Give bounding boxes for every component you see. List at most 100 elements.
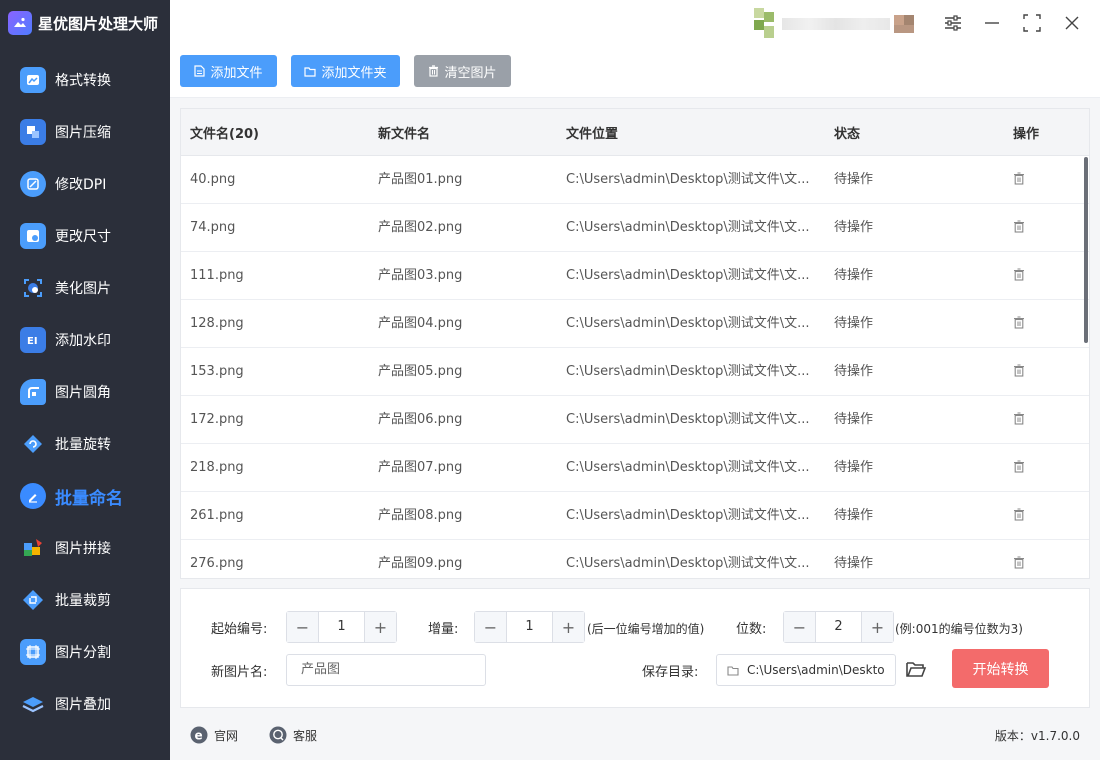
plus-icon[interactable]: + bbox=[552, 612, 584, 642]
add-file-button[interactable]: 添加文件 bbox=[180, 55, 277, 87]
sidebar-item-resize[interactable]: 更改尺寸 bbox=[0, 210, 170, 262]
sidebar-item-watermark[interactable]: EI 添加水印 bbox=[0, 314, 170, 366]
cell-status: 待操作 bbox=[834, 172, 874, 187]
start-number-stepper[interactable]: − 1 + bbox=[286, 611, 397, 643]
folder-icon bbox=[304, 66, 317, 77]
cell-filename: 74.png bbox=[190, 220, 236, 235]
cell-new-filename: 产品图02.png bbox=[378, 220, 463, 235]
sidebar-item-format[interactable]: 格式转换 bbox=[0, 54, 170, 106]
avatar bbox=[754, 8, 924, 40]
table-row[interactable]: 218.png 产品图07.png C:\Users\admin\Desktop\测… bbox=[181, 444, 1089, 492]
cell-status: 待操作 bbox=[834, 364, 874, 379]
plus-icon[interactable]: + bbox=[861, 612, 893, 642]
cell-location: C:\Users\admin\Desktop\测试文件\文... bbox=[566, 268, 810, 283]
table-row[interactable]: 74.png 产品图02.png C:\Users\admin\Desktop\测试… bbox=[181, 204, 1089, 252]
cell-new-filename: 产品图08.png bbox=[378, 508, 463, 523]
delete-icon[interactable] bbox=[1013, 460, 1025, 476]
cell-new-filename: 产品图03.png bbox=[378, 268, 463, 283]
sidebar-item-beautify[interactable]: 美化图片 bbox=[0, 262, 170, 314]
plus-icon[interactable]: + bbox=[364, 612, 396, 642]
digits-value[interactable]: 2 bbox=[816, 612, 861, 642]
sidebar-item-compress[interactable]: 图片压缩 bbox=[0, 106, 170, 158]
minus-icon[interactable]: − bbox=[475, 612, 507, 642]
sidebar-nav: 格式转换 图片压缩 修改DPI 更改尺寸 美化图片 EI 添加水印 图片圆角 批 bbox=[0, 54, 170, 730]
settings-icon[interactable] bbox=[940, 10, 966, 36]
cell-filename: 40.png bbox=[190, 172, 236, 187]
table-body: 40.png 产品图01.png C:\Users\admin\Desktop\测试… bbox=[181, 156, 1089, 578]
column-action: 操作 bbox=[1013, 126, 1040, 142]
table-row[interactable]: 153.png 产品图05.png C:\Users\admin\Desktop\测… bbox=[181, 348, 1089, 396]
image-compress-icon bbox=[20, 119, 46, 145]
start-number-value[interactable]: 1 bbox=[319, 612, 364, 642]
svg-text:e: e bbox=[195, 729, 203, 743]
minus-icon[interactable]: − bbox=[287, 612, 319, 642]
app-logo-icon bbox=[8, 11, 32, 35]
delete-icon[interactable] bbox=[1013, 412, 1025, 428]
support-link[interactable]: 客服 bbox=[269, 726, 317, 744]
save-dir-value: C:\Users\admin\Deskto bbox=[747, 663, 885, 677]
cell-location: C:\Users\admin\Desktop\测试文件\文... bbox=[566, 364, 810, 379]
file-icon bbox=[194, 65, 206, 77]
sidebar-item-round-corner[interactable]: 图片圆角 bbox=[0, 366, 170, 418]
cell-new-filename: 产品图09.png bbox=[378, 556, 463, 571]
cell-filename: 276.png bbox=[190, 556, 244, 571]
cell-location: C:\Users\admin\Desktop\测试文件\文... bbox=[566, 508, 810, 523]
beautify-icon bbox=[20, 275, 46, 301]
table-scrollbar[interactable] bbox=[1084, 157, 1088, 343]
cell-location: C:\Users\admin\Desktop\测试文件\文... bbox=[566, 220, 810, 235]
website-link[interactable]: e 官网 bbox=[190, 726, 238, 744]
table-row[interactable]: 128.png 产品图04.png C:\Users\admin\Desktop\测… bbox=[181, 300, 1089, 348]
delete-icon[interactable] bbox=[1013, 220, 1025, 236]
save-dir-input[interactable]: C:\Users\admin\Deskto bbox=[716, 654, 896, 686]
cell-location: C:\Users\admin\Desktop\测试文件\文... bbox=[566, 172, 810, 187]
new-name-label: 新图片名: bbox=[211, 665, 268, 680]
version-label: 版本：v1.7.0.0 bbox=[994, 729, 1080, 743]
resize-icon bbox=[20, 223, 46, 249]
increment-label: 增量: bbox=[428, 622, 459, 637]
add-folder-button[interactable]: 添加文件夹 bbox=[291, 55, 400, 87]
cell-status: 待操作 bbox=[834, 508, 874, 523]
table-row[interactable]: 111.png 产品图03.png C:\Users\admin\Desktop\测… bbox=[181, 252, 1089, 300]
delete-icon[interactable] bbox=[1013, 172, 1025, 188]
split-icon bbox=[20, 639, 46, 665]
cell-new-filename: 产品图04.png bbox=[378, 316, 463, 331]
table-row[interactable]: 172.png 产品图06.png C:\Users\admin\Desktop\测… bbox=[181, 396, 1089, 444]
column-new-filename: 新文件名 bbox=[378, 126, 431, 142]
table-row[interactable]: 261.png 产品图08.png C:\Users\admin\Desktop\测… bbox=[181, 492, 1089, 540]
increment-stepper[interactable]: − 1 + bbox=[474, 611, 585, 643]
toolbar: 添加文件 添加文件夹 清空图片 bbox=[170, 46, 1100, 98]
app-title: 星优图片处理大师 bbox=[38, 14, 159, 33]
round-corner-icon bbox=[20, 379, 46, 405]
start-convert-button[interactable]: 开始转换 bbox=[952, 649, 1049, 688]
sidebar-item-crop[interactable]: 批量裁剪 bbox=[0, 574, 170, 626]
sidebar-item-stitch[interactable]: 图片拼接 bbox=[0, 522, 170, 574]
cell-filename: 172.png bbox=[190, 412, 244, 427]
maximize-icon[interactable] bbox=[1019, 10, 1045, 36]
folder-icon bbox=[727, 665, 739, 676]
delete-icon[interactable] bbox=[1013, 556, 1025, 572]
sidebar-item-rotate[interactable]: 批量旋转 bbox=[0, 418, 170, 470]
delete-icon[interactable] bbox=[1013, 364, 1025, 380]
sidebar-item-split[interactable]: 图片分割 bbox=[0, 626, 170, 678]
open-folder-icon[interactable] bbox=[905, 659, 927, 681]
delete-icon[interactable] bbox=[1013, 508, 1025, 524]
table-row[interactable]: 276.png 产品图09.png C:\Users\admin\Desktop\测… bbox=[181, 540, 1089, 578]
clear-images-button[interactable]: 清空图片 bbox=[414, 55, 511, 87]
sidebar-item-overlay[interactable]: 图片叠加 bbox=[0, 678, 170, 730]
minimize-icon[interactable] bbox=[979, 10, 1005, 36]
minus-icon[interactable]: − bbox=[784, 612, 816, 642]
new-name-input[interactable]: 产品图 bbox=[286, 654, 486, 686]
sidebar-item-rename[interactable]: 批量命名 bbox=[0, 470, 170, 522]
cell-filename: 128.png bbox=[190, 316, 244, 331]
delete-icon[interactable] bbox=[1013, 268, 1025, 284]
cell-filename: 218.png bbox=[190, 460, 244, 475]
table-row[interactable]: 40.png 产品图01.png C:\Users\admin\Desktop\测试… bbox=[181, 156, 1089, 204]
delete-icon[interactable] bbox=[1013, 316, 1025, 332]
digits-stepper[interactable]: − 2 + bbox=[783, 611, 894, 643]
cell-new-filename: 产品图07.png bbox=[378, 460, 463, 475]
close-icon[interactable] bbox=[1059, 10, 1085, 36]
cell-status: 待操作 bbox=[834, 220, 874, 235]
column-location: 文件位置 bbox=[566, 126, 619, 142]
increment-value[interactable]: 1 bbox=[507, 612, 552, 642]
sidebar-item-dpi[interactable]: 修改DPI bbox=[0, 158, 170, 210]
